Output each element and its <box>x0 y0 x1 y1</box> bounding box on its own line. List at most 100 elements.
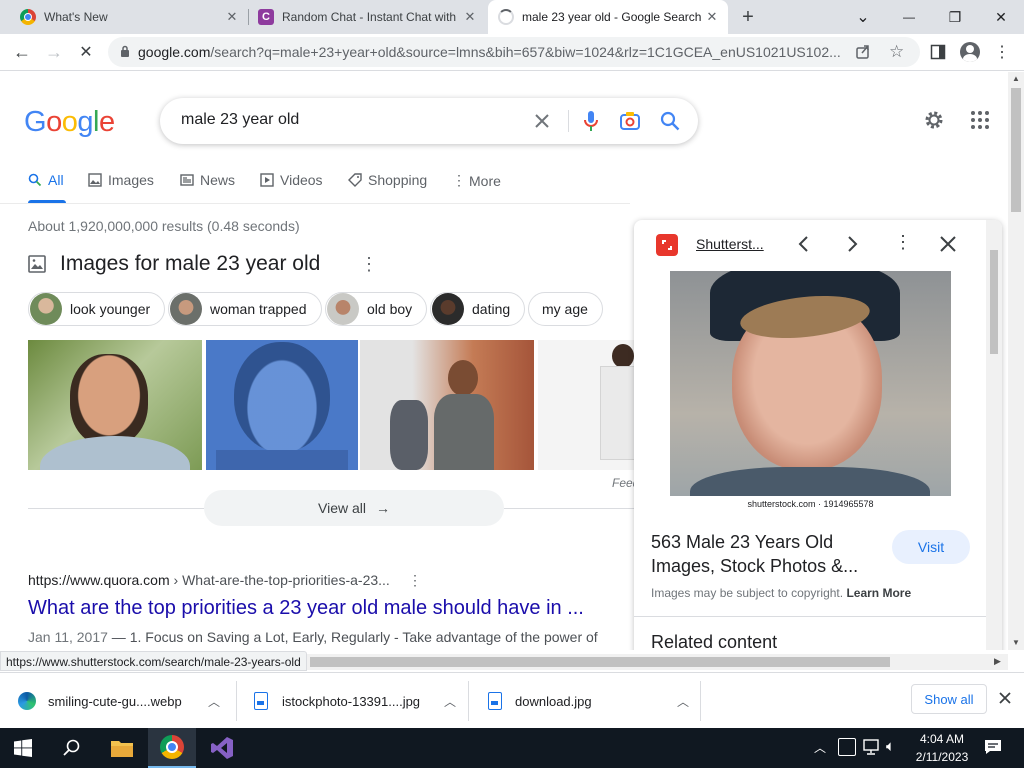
download-item[interactable]: istockphoto-13391....jpg ︿ <box>254 673 468 729</box>
result-date: Jan 11, 2017 <box>28 629 108 645</box>
tab-strip: What's New ✕ C Random Chat - Instant Cha… <box>0 0 1024 34</box>
system-clock[interactable]: 4:04 AM 2/11/2023 <box>906 730 978 766</box>
view-all-button[interactable]: View all → <box>204 490 504 526</box>
close-tab-icon[interactable]: ✕ <box>462 9 478 25</box>
visit-button[interactable]: Visit <box>892 530 970 564</box>
result-title-link[interactable]: What are the top priorities a 23 year ol… <box>28 597 584 620</box>
close-tab-icon[interactable]: ✕ <box>704 9 720 25</box>
minimize-button[interactable]: — <box>886 0 932 34</box>
download-filename: download.jpg <box>515 693 592 709</box>
start-button[interactable] <box>0 728 46 768</box>
images-section-heading: Images for male 23 year old <box>28 252 320 276</box>
panel-title[interactable]: 563 Male 23 Years Old Images, Stock Phot… <box>651 530 871 578</box>
tag-icon <box>348 173 362 187</box>
stop-loading-button[interactable]: ✕ <box>72 38 100 66</box>
refinement-chip[interactable]: old boy <box>325 292 428 326</box>
result-url[interactable]: https://www.quora.com › What-are-the-top… <box>28 572 390 588</box>
refinement-chip[interactable]: look younger <box>28 292 166 326</box>
image-result[interactable] <box>206 340 358 470</box>
volume-icon[interactable]: 🔈︎ <box>886 738 895 755</box>
scroll-up-icon[interactable]: ▲ <box>1012 74 1020 83</box>
scrollbar-thumb[interactable] <box>990 250 998 354</box>
window-close-button[interactable]: ✕ <box>978 0 1024 34</box>
image-result[interactable] <box>28 340 202 470</box>
security-icon[interactable] <box>838 738 856 756</box>
chip-thumbnail <box>170 293 202 325</box>
more-options-icon[interactable]: ⋮ <box>894 232 912 253</box>
show-all-downloads-button[interactable]: Show all <box>911 684 987 714</box>
heading-text: Images for male 23 year old <box>60 252 321 275</box>
lens-search-icon[interactable] <box>618 109 642 133</box>
google-logo[interactable]: Google <box>24 106 115 139</box>
settings-gear-icon[interactable] <box>922 108 946 132</box>
search-box[interactable]: male 23 year old <box>160 98 698 144</box>
back-button[interactable]: ← <box>8 38 36 66</box>
tab-videos[interactable]: Videos <box>260 172 323 188</box>
preview-image[interactable] <box>670 271 951 509</box>
search-submit-icon[interactable] <box>658 109 682 133</box>
close-panel-icon[interactable] <box>938 234 958 254</box>
address-bar[interactable]: google.com/search?q=male+23+year+old&sou… <box>108 37 920 67</box>
new-tab-button[interactable]: + <box>736 5 760 29</box>
restore-button[interactable]: ❐ <box>932 0 978 34</box>
tab-label: News <box>200 172 236 188</box>
search-input[interactable]: male 23 year old <box>181 111 299 129</box>
download-item[interactable]: download.jpg ︿ <box>488 673 700 729</box>
google-results-page: Google male 23 year old All Images News … <box>0 72 1008 650</box>
tab-more[interactable]: ⋮ More <box>452 172 501 189</box>
copyright-text: Images may be subject to copyright. <box>651 586 844 600</box>
search-taskbar-button[interactable] <box>48 728 96 768</box>
close-tab-icon[interactable]: ✕ <box>224 9 240 25</box>
bookmark-star-icon[interactable]: ☆ <box>889 42 904 62</box>
tab-search-button[interactable]: ⌄ <box>840 0 886 34</box>
tab-random-chat[interactable]: C Random Chat - Instant Chat with ✕ <box>250 0 486 34</box>
tab-all[interactable]: All <box>28 172 64 188</box>
google-apps-icon[interactable] <box>971 111 989 129</box>
download-item[interactable]: smiling-cute-gu....webp ︿ <box>18 673 236 729</box>
file-explorer-button[interactable] <box>98 728 146 768</box>
network-icon[interactable] <box>862 739 880 755</box>
tab-whats-new[interactable]: What's New ✕ <box>0 0 248 34</box>
scrollbar-thumb[interactable] <box>310 657 890 667</box>
tab-shopping[interactable]: Shopping <box>348 172 427 188</box>
refinement-chip[interactable]: my age <box>528 292 603 326</box>
tab-label: Shopping <box>368 172 428 188</box>
previous-image-icon[interactable] <box>794 234 814 254</box>
page-vertical-scrollbar[interactable]: ▲ ▼ <box>1008 72 1024 650</box>
side-panel-icon[interactable] <box>924 38 952 66</box>
result-snippet: Jan 11, 2017 — 1. Focus on Saving a Lot,… <box>28 627 608 647</box>
result-more-icon[interactable]: ⋮ <box>408 572 422 589</box>
refinement-chip[interactable]: woman trapped <box>168 292 322 326</box>
next-image-icon[interactable] <box>842 234 862 254</box>
scrollbar-thumb[interactable] <box>1011 88 1021 212</box>
chip-thumbnail <box>30 293 62 325</box>
chevron-up-icon[interactable]: ︿ <box>444 693 456 710</box>
loading-spinner-icon <box>498 9 514 25</box>
more-options-icon[interactable]: ⋮ <box>360 254 378 275</box>
chevron-up-icon[interactable]: ︿ <box>208 693 220 710</box>
clear-search-icon[interactable] <box>530 109 554 133</box>
scroll-down-icon[interactable]: ▼ <box>1012 638 1020 647</box>
close-download-bar-icon[interactable] <box>998 691 1014 707</box>
chrome-taskbar-button[interactable] <box>148 728 196 768</box>
profile-avatar-icon[interactable] <box>956 38 984 66</box>
chevron-up-icon[interactable]: ︿ <box>677 693 689 710</box>
show-hidden-icons-icon[interactable]: ︿ <box>814 739 826 756</box>
scroll-right-icon[interactable]: ▶ <box>994 656 1001 667</box>
tab-google-search[interactable]: male 23 year old - Google Search ✕ <box>488 0 728 34</box>
image-result[interactable] <box>360 340 534 470</box>
image-result[interactable] <box>538 340 638 470</box>
source-link[interactable]: Shutterst... <box>696 236 764 252</box>
forward-button[interactable]: → <box>40 38 68 66</box>
tab-news[interactable]: News <box>180 172 235 188</box>
panel-scrollbar[interactable]: ▼ <box>986 220 1002 650</box>
voice-search-icon[interactable] <box>579 109 603 133</box>
chrome-menu-icon[interactable]: ⋮ <box>988 38 1016 66</box>
tab-title: male 23 year old - Google Search <box>522 10 702 24</box>
refinement-chip[interactable]: dating <box>430 292 526 326</box>
notifications-icon[interactable] <box>984 739 1002 755</box>
learn-more-link[interactable]: Learn More <box>846 586 911 600</box>
visual-studio-button[interactable] <box>198 728 246 768</box>
tab-images[interactable]: Images <box>88 172 154 188</box>
share-icon[interactable] <box>854 43 872 61</box>
